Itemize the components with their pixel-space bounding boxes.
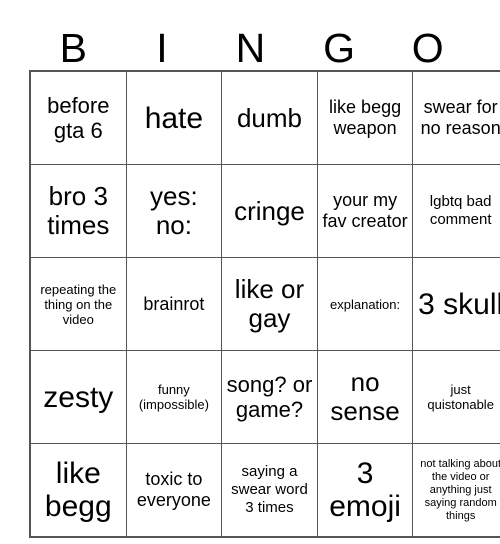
bingo-cell[interactable]: zesty xyxy=(29,350,127,444)
bingo-cell[interactable]: your my fav creator xyxy=(316,164,414,258)
bingo-header-letter-b: B xyxy=(59,25,87,71)
bingo-cell[interactable]: 3 skull xyxy=(412,257,500,351)
bingo-row: bro 3 times yes: no: cringe your my fav … xyxy=(29,164,500,258)
bingo-cell[interactable]: explanation: xyxy=(316,257,414,351)
bingo-grid: before gta 6 hate dumb like begg weapon … xyxy=(29,70,500,538)
bingo-cell[interactable]: cringe xyxy=(221,164,318,258)
bingo-header: B I N G O xyxy=(29,14,472,70)
bingo-cell[interactable]: saying a swear word 3 times xyxy=(221,443,318,538)
bingo-cell[interactable]: repeating the thing on the video xyxy=(29,257,127,351)
bingo-cell[interactable]: just quistonable xyxy=(412,350,500,444)
bingo-cell[interactable]: no sense xyxy=(316,350,414,444)
bingo-cell[interactable]: funny (impossible) xyxy=(125,350,223,444)
bingo-cell[interactable]: toxic to everyone xyxy=(125,443,223,538)
bingo-row: before gta 6 hate dumb like begg weapon … xyxy=(29,70,500,165)
bingo-cell[interactable]: lgbtq bad comment xyxy=(412,164,500,258)
bingo-cell[interactable]: before gta 6 xyxy=(29,70,127,165)
bingo-header-letter-n: N xyxy=(235,25,266,71)
bingo-row: like begg toxic to everyone saying a swe… xyxy=(29,443,500,538)
bingo-cell[interactable]: like begg xyxy=(29,443,127,538)
bingo-cell[interactable]: brainrot xyxy=(125,257,223,351)
bingo-cell[interactable]: yes: no: xyxy=(125,164,223,258)
bingo-row: zesty funny (impossible) song? or game? … xyxy=(29,350,500,444)
bingo-cell[interactable]: not talking about the video or anything … xyxy=(412,443,500,538)
bingo-cell[interactable]: swear for no reason xyxy=(412,70,500,165)
bingo-cell[interactable]: hate xyxy=(125,70,223,165)
bingo-header-letter-i: I xyxy=(156,25,168,71)
bingo-cell[interactable]: 3 emoji xyxy=(316,443,414,538)
bingo-cell[interactable]: like or gay xyxy=(221,257,318,351)
bingo-header-letter-o: O xyxy=(411,25,444,71)
bingo-card: B I N G O before gta 6 hate dumb like be… xyxy=(29,14,500,538)
bingo-row: repeating the thing on the video brainro… xyxy=(29,257,500,351)
bingo-cell[interactable]: dumb xyxy=(221,70,318,165)
bingo-header-letter-g: G xyxy=(323,25,356,71)
bingo-cell[interactable]: song? or game? xyxy=(221,350,318,444)
bingo-cell[interactable]: like begg weapon xyxy=(316,70,414,165)
bingo-cell[interactable]: bro 3 times xyxy=(29,164,127,258)
